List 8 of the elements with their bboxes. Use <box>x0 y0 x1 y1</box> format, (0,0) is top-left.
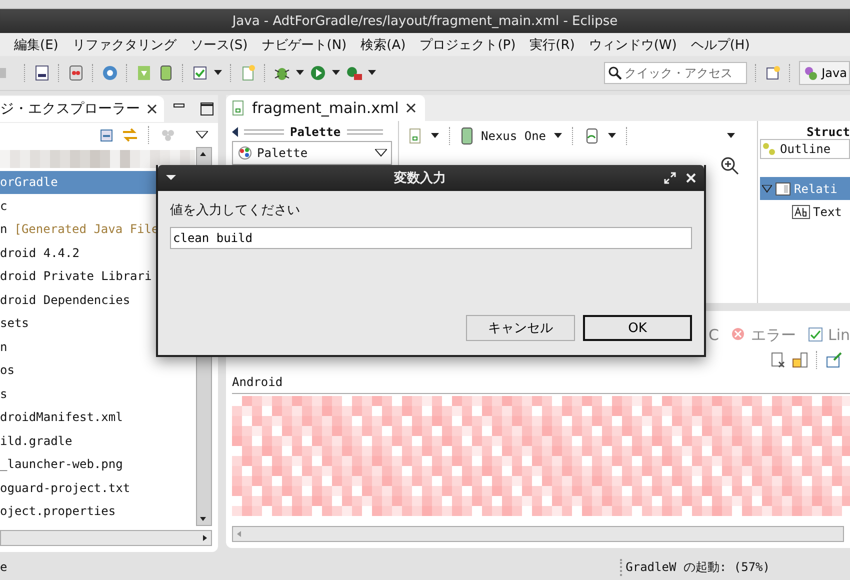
palette-header: Palette <box>290 125 341 139</box>
status-text: e <box>0 560 8 574</box>
dialog-title: 変数入力 <box>393 170 447 187</box>
prompt-label: 値を入力してください <box>170 202 301 219</box>
window-title: Java - AdtForGradle/res/layout/fragment_main.xml - Eclipse <box>232 14 618 28</box>
structure-header: Struct <box>806 125 850 139</box>
progress-status: GradleW の起動: (57%) <box>620 558 770 576</box>
console-title: Android <box>232 371 850 394</box>
